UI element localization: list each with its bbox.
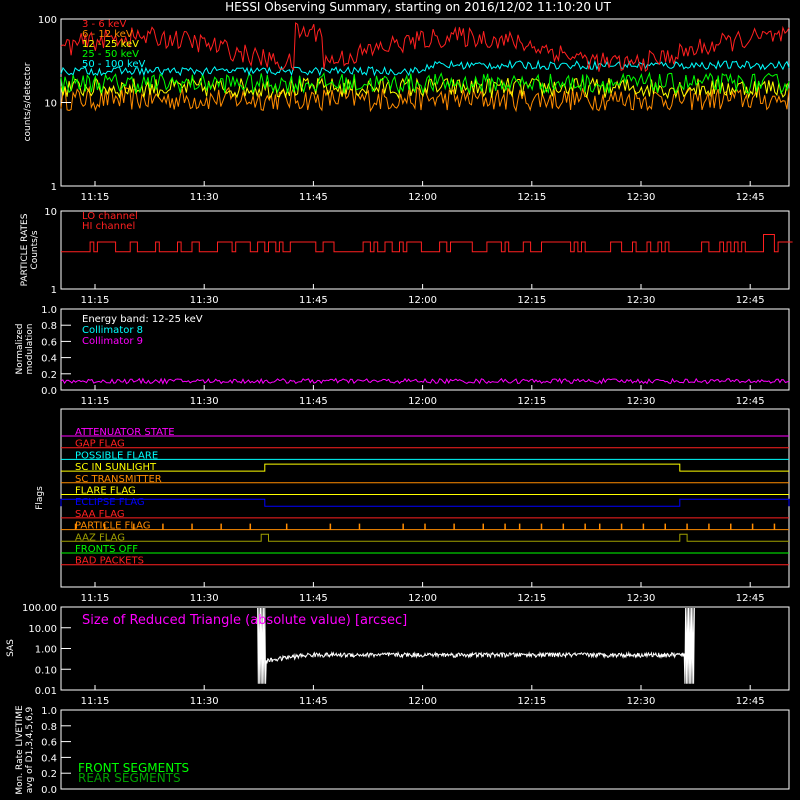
sas-annotation: Size of Reduced Triangle (absolute value…	[82, 613, 407, 628]
x-tick-label: 11:30	[190, 696, 219, 707]
y-tick-label: 0.6	[41, 738, 57, 749]
x-tick-label: 12:00	[408, 396, 437, 407]
y-tick-label: 0.4	[41, 354, 57, 365]
x-tick-label: 11:45	[299, 593, 328, 604]
y-tick-label: 100	[38, 15, 57, 26]
y-tick-label: 0.8	[41, 321, 57, 332]
y-tick-label: 0.0	[41, 785, 57, 796]
x-tick-label: 11:15	[81, 396, 110, 407]
x-tick-label: 11:45	[299, 192, 328, 203]
x-tick-label: 11:15	[81, 593, 110, 604]
x-tick-label: 12:00	[408, 593, 437, 604]
y-tick-label: 1	[51, 182, 57, 193]
modulation-ylabel-line1: Normalized	[15, 323, 25, 374]
x-tick-label: 12:00	[408, 696, 437, 707]
x-tick-label: 11:30	[190, 192, 219, 203]
x-tick-label: 11:15	[81, 192, 110, 203]
y-tick-label: 10	[44, 207, 57, 218]
livetime-ylabel-line2: avg of D1,3,4,5,6,9	[25, 706, 35, 793]
y-tick-label: 1.0	[41, 706, 57, 717]
x-tick-label: 12:30	[627, 192, 656, 203]
y-tick-label: 10.00	[28, 624, 57, 635]
x-tick-label: 12:45	[736, 696, 765, 707]
x-tick-label: 12:00	[408, 295, 437, 306]
x-tick-label: 12:15	[517, 192, 546, 203]
x-tick-label: 12:30	[627, 396, 656, 407]
x-tick-label: 12:45	[736, 396, 765, 407]
x-tick-label: 12:15	[517, 295, 546, 306]
x-tick-label: 12:30	[627, 593, 656, 604]
x-tick-label: 12:45	[736, 593, 765, 604]
x-tick-label: 11:45	[299, 396, 328, 407]
x-tick-label: 12:45	[736, 192, 765, 203]
x-tick-label: 11:30	[190, 295, 219, 306]
x-tick-label: 12:00	[408, 192, 437, 203]
counts-ylabel: counts/s/detector	[23, 62, 33, 141]
y-tick-label: 0.2	[41, 769, 57, 780]
particle-ylabel-line2: Counts/s	[30, 230, 40, 269]
x-tick-label: 11:45	[299, 295, 328, 306]
x-tick-label: 11:30	[190, 396, 219, 407]
x-tick-label: 12:15	[517, 696, 546, 707]
y-tick-label: 0.4	[41, 753, 57, 764]
rear-segments-legend: REAR SEGMENTS	[78, 771, 181, 785]
y-tick-label: 1	[51, 285, 57, 296]
counts-legend-entry: 50 - 100 keV	[82, 59, 146, 70]
collimator-9-legend: Collimator 9	[82, 336, 143, 347]
modulation-ylabel-line2: modulation	[25, 324, 35, 375]
y-tick-label: 0.01	[35, 686, 57, 697]
hessi-summary-chart: HESSI Observing Summary, starting on 201…	[0, 0, 800, 800]
hi-channel-legend: HI channel	[82, 221, 135, 232]
x-tick-label: 12:30	[627, 696, 656, 707]
collimator-8-legend: Collimator 8	[82, 325, 143, 336]
livetime-ylabel-line1: Mon. Rate LIVETIME	[15, 705, 25, 795]
particle-ylabel-line1: PARTICLE RATES	[20, 213, 30, 286]
y-tick-label: 0.6	[41, 337, 57, 348]
chart-title: HESSI Observing Summary, starting on 201…	[225, 0, 611, 14]
y-tick-label: 1.00	[35, 645, 57, 656]
y-tick-label: 0.10	[35, 665, 57, 676]
x-tick-label: 12:30	[627, 295, 656, 306]
energy-band-legend: Energy band: 12-25 keV	[82, 314, 203, 325]
flags-ylabel: Flags	[35, 486, 45, 510]
y-tick-label: 0.2	[41, 370, 57, 381]
y-tick-label: 1.0	[41, 305, 57, 316]
y-tick-label: 0.8	[41, 722, 57, 733]
y-tick-label: 10	[44, 99, 57, 110]
x-tick-label: 11:15	[81, 696, 110, 707]
x-tick-label: 12:45	[736, 295, 765, 306]
x-tick-label: 12:15	[517, 396, 546, 407]
x-tick-label: 11:30	[190, 593, 219, 604]
x-tick-label: 11:45	[299, 696, 328, 707]
sas-ylabel: SAS	[6, 639, 16, 657]
y-tick-label: 100.00	[22, 603, 57, 614]
y-tick-label: 0.0	[41, 386, 57, 397]
x-tick-label: 11:15	[81, 295, 110, 306]
x-tick-label: 12:15	[517, 593, 546, 604]
